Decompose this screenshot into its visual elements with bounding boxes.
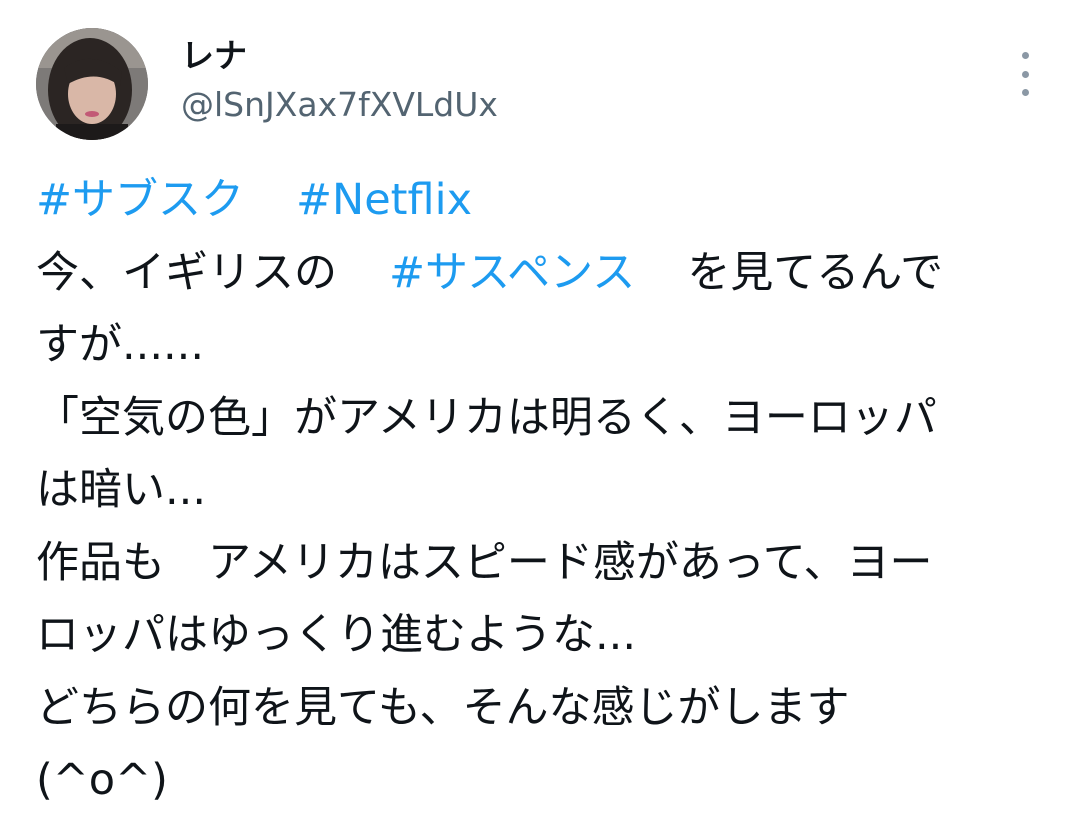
- tweet-line: (^o^): [36, 755, 168, 805]
- avatar[interactable]: [36, 28, 148, 140]
- tweet-line: 作品も アメリカはスピード感があって、ヨー: [36, 537, 933, 588]
- tweet-line: ロッパはゆっくり進むような...: [36, 610, 637, 660]
- avatar-image: [36, 28, 148, 140]
- tweet-line: すが......: [36, 320, 205, 370]
- tweet-card: レナ @lSnJXax7fXVLdUx #サブスク #Netflix 今、イギリス…: [0, 0, 1080, 805]
- menu-dot: [1021, 52, 1029, 59]
- user-info: レナ @lSnJXax7fXVLdUx: [181, 36, 498, 128]
- hashtags-line: #サブスク #Netflix: [36, 164, 1051, 237]
- text-segment: を見てるんで: [687, 247, 944, 298]
- tweet-line: 「空気の色」がアメリカは明るく、ヨーロッパ: [36, 392, 937, 443]
- tweet-header: レナ @lSnJXax7fXVLdUx: [36, 28, 1046, 143]
- hashtag-link[interactable]: #Netflix: [296, 175, 472, 225]
- tweet-line: 今、イギリスの #サスペンス を見てるんで: [36, 237, 1051, 310]
- text-segment: 今、イギリスの: [36, 247, 337, 298]
- menu-dot: [1021, 89, 1029, 96]
- hashtag-link[interactable]: #サブスク: [36, 175, 244, 225]
- display-name[interactable]: レナ: [181, 36, 498, 76]
- tweet-text: #サブスク #Netflix 今、イギリスの #サスペンス を見てるんで すが....…: [36, 164, 1051, 817]
- tweet-line: は暗い...: [36, 465, 207, 515]
- tweet-line: どちらの何を見ても、そんな感じがします: [36, 682, 850, 733]
- hashtag-link[interactable]: #サスペンス: [389, 248, 635, 298]
- user-handle[interactable]: @lSnJXax7fXVLdUx: [181, 82, 498, 128]
- menu-dot: [1021, 70, 1029, 78]
- more-vertical-icon[interactable]: [1010, 52, 1040, 96]
